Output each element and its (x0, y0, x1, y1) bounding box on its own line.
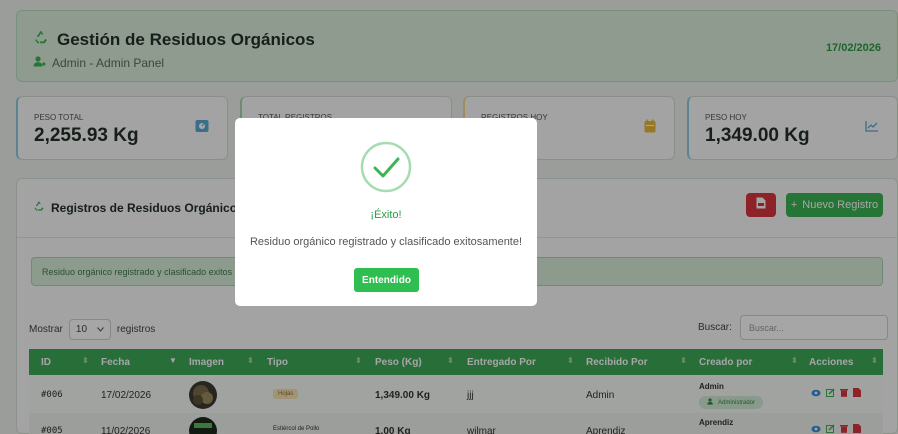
success-modal: ¡Éxito! Residuo orgánico registrado y cl… (235, 118, 537, 306)
modal-title: ¡Éxito! (370, 209, 402, 221)
modal-message: Residuo orgánico registrado y clasificad… (249, 236, 523, 248)
app-page: Gestión de Residuos Orgánicos Admin - Ad… (0, 0, 898, 434)
confirm-button[interactable]: Entendido (354, 268, 419, 292)
success-check-icon (360, 141, 412, 198)
